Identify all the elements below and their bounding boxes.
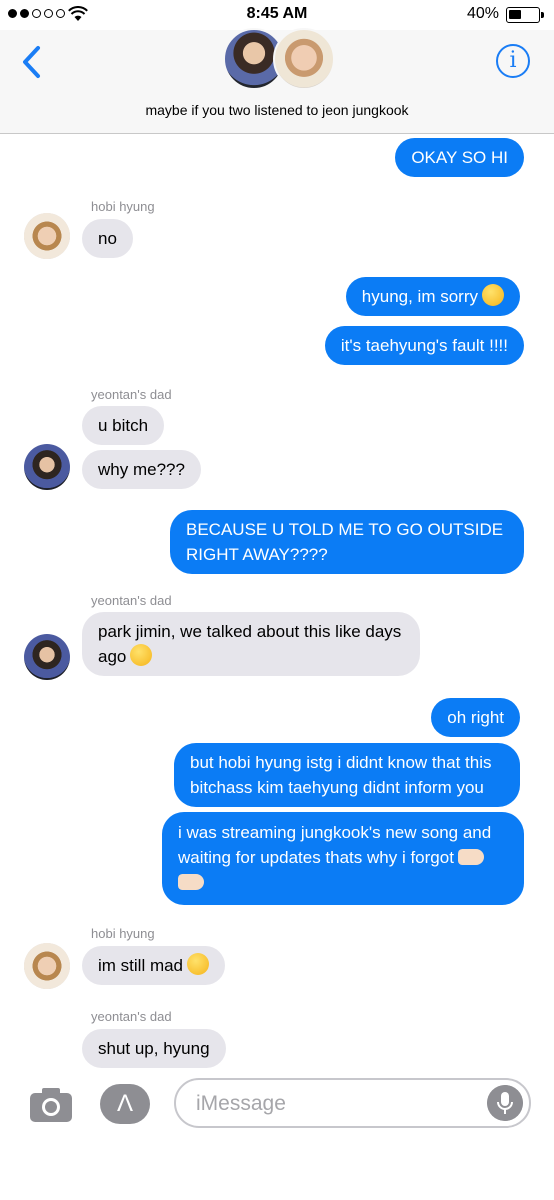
incoming-message[interactable]: no — [82, 219, 133, 258]
pointing-left-icon — [457, 849, 484, 865]
incoming-message[interactable]: im still mad — [82, 946, 226, 985]
avatar[interactable] — [24, 943, 70, 989]
incoming-message[interactable]: why me??? — [82, 450, 201, 489]
incoming-message[interactable]: u bitch — [82, 406, 165, 445]
outgoing-message[interactable]: i was streaming jungkook's new song and … — [162, 812, 524, 905]
message-text: bitchass kim taehyung didnt inform you — [190, 778, 484, 797]
incoming-message[interactable]: park jimin, we talked about this like da… — [82, 612, 420, 676]
message-text: park jimin, we talked about this like da… — [98, 622, 402, 641]
outgoing-message[interactable]: it's taehyung's fault !!!! — [324, 326, 524, 365]
incoming-message[interactable]: shut up, hyung — [82, 1029, 226, 1068]
rolling-eyes-icon — [130, 644, 153, 666]
message-text: waiting for updates thats why i forgot — [178, 848, 454, 867]
sender-name: yeontan's dad — [91, 387, 172, 402]
pointing-left-icon — [178, 874, 204, 890]
avatar[interactable] — [24, 213, 70, 259]
message-text: i was streaming jungkook's new song and — [178, 823, 492, 842]
sender-name: yeontan's dad — [91, 1009, 172, 1024]
chat-title[interactable]: maybe if you two listened to jeon jungko… — [0, 102, 554, 118]
camera-icon[interactable] — [28, 1084, 74, 1124]
avatar[interactable] — [24, 444, 70, 490]
message-text: it's taehyung's fault !!!! — [340, 336, 508, 355]
compose-bar: Λ — [0, 1070, 554, 1200]
sender-name: hobi hyung — [91, 926, 155, 941]
outgoing-message[interactable]: OKAY SO HI — [395, 138, 524, 177]
message-text: BECAUSE U TOLD ME TO GO OUTSIDE — [186, 520, 504, 539]
status-bar: 8:45 AM 40% — [0, 0, 554, 30]
message-text: but hobi hyung istg i didnt know that th… — [190, 753, 492, 772]
message-input-field[interactable] — [174, 1078, 531, 1128]
message-input[interactable] — [196, 1090, 476, 1118]
battery-icon — [506, 7, 544, 23]
microphone-icon[interactable] — [487, 1085, 523, 1121]
pensive-face-icon — [482, 284, 504, 306]
conversation-header: i maybe if you two listened to jeon jung… — [0, 28, 554, 134]
message-text: RIGHT AWAY???? — [186, 545, 328, 564]
sender-name: yeontan's dad — [91, 593, 172, 608]
message-text: no — [98, 229, 117, 248]
sender-name: hobi hyung — [91, 199, 155, 214]
avatar[interactable] — [24, 634, 70, 680]
outgoing-message[interactable]: BECAUSE U TOLD ME TO GO OUTSIDE RIGHT AW… — [170, 510, 524, 574]
message-text: ago — [98, 647, 127, 666]
message-text: OKAY SO HI — [411, 148, 508, 167]
battery-percentage: 40% — [466, 5, 499, 22]
message-text: hyung, im sorry — [361, 287, 478, 306]
avatar — [273, 28, 335, 90]
message-text: why me??? — [98, 460, 185, 479]
group-avatars[interactable] — [223, 28, 335, 92]
thinking-face-icon — [187, 953, 210, 975]
outgoing-message[interactable]: oh right — [431, 698, 520, 737]
message-text: shut up, hyung — [98, 1039, 210, 1058]
app-store-icon[interactable]: Λ — [100, 1084, 150, 1124]
info-icon[interactable]: i — [496, 44, 530, 78]
outgoing-message[interactable]: but hobi hyung istg i didnt know that th… — [174, 743, 520, 807]
message-text: im still mad — [98, 956, 184, 975]
message-text: oh right — [447, 708, 504, 727]
outgoing-message[interactable]: hyung, im sorry — [345, 277, 520, 316]
back-chevron-icon[interactable] — [18, 42, 48, 82]
message-text: u bitch — [98, 416, 149, 435]
